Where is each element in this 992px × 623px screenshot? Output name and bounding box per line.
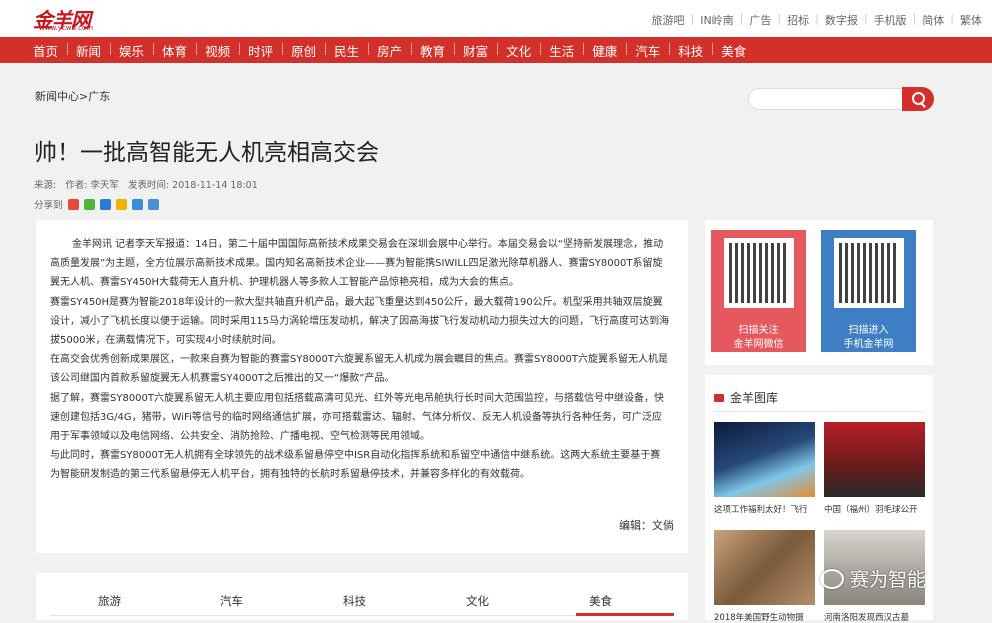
top-link-ads[interactable]: 广告: [749, 12, 771, 28]
publish-time: 发表时间: 2018-11-14 18:01: [127, 180, 258, 191]
article-paragraph: 据了解，赛雷SY8000T六旋翼系留无人机主要应用包括搭载高清可见光、红外等光电…: [50, 392, 665, 443]
article-paragraph: 与此同时，赛雷SY8000T无人机拥有全球领先的战术级系留悬停空中ISR自动化指…: [50, 450, 661, 481]
gallery-thumb[interactable]: [714, 422, 815, 497]
channel-tabs: 旅游 汽车 科技 文化 美食: [36, 573, 688, 620]
renren-share-icon[interactable]: [131, 198, 143, 210]
tab-food[interactable]: 美食: [589, 593, 612, 609]
site-logo[interactable]: 金羊网 www.ycwb.com: [33, 4, 103, 32]
top-link-in-lingnan[interactable]: IN岭南: [700, 12, 733, 28]
editor-credit: 编辑：文倘: [619, 518, 674, 532]
nav-wealth[interactable]: 财富: [454, 41, 497, 60]
nav-commentary[interactable]: 时评: [239, 41, 282, 60]
nav-sports[interactable]: 体育: [153, 41, 196, 60]
mobile-qr-card[interactable]: 扫描进入 手机金羊网: [821, 230, 916, 352]
tab-culture[interactable]: 文化: [466, 593, 489, 609]
gallery-caption[interactable]: 这项工作福利太好！飞行: [714, 503, 815, 515]
share-label: 分享到: [34, 200, 63, 211]
qq-share-icon[interactable]: [99, 198, 111, 210]
article-meta: 来源: 作者: 李天军 发表时间: 2018-11-14 18:01: [34, 177, 258, 191]
nav-culture[interactable]: 文化: [497, 41, 540, 60]
watermark-text: 赛为智能: [850, 569, 927, 591]
watermark: 赛为智能: [820, 565, 926, 592]
wechat-icon: [820, 568, 844, 589]
qr-code-icon: [834, 238, 904, 308]
gallery-title: 金羊图库: [714, 389, 778, 406]
nav-tech[interactable]: 科技: [669, 41, 712, 60]
main-nav: 首页 新闻 娱乐 体育 视频 时评 原创 民生 房产 教育 财富 文化 生活 健…: [0, 37, 992, 63]
nav-original[interactable]: 原创: [282, 41, 325, 60]
article-paragraph: 金羊网讯 记者李天军报道：14日，第二十届中国国际高新技术成果交易会在深圳会展中…: [50, 239, 664, 289]
top-link-simplified[interactable]: 简体: [922, 12, 944, 28]
gallery-caption[interactable]: 中国（福州）羽毛球公开: [824, 503, 925, 515]
top-link-traditional[interactable]: 繁体: [960, 12, 982, 28]
qr-caption-line1: 扫描关注: [738, 325, 779, 336]
share-bar: 分享到: [34, 197, 159, 211]
tab-travel[interactable]: 旅游: [98, 593, 121, 609]
more-share-icon[interactable]: [147, 198, 159, 210]
nav-livelihood[interactable]: 民生: [325, 41, 368, 60]
wechat-qr-card[interactable]: 扫描关注 金羊网微信: [711, 230, 806, 352]
nav-food[interactable]: 美食: [712, 41, 755, 60]
search-button[interactable]: [902, 87, 934, 111]
breadcrumb[interactable]: 新闻中心>广东: [35, 88, 110, 104]
logo-url: www.ycwb.com: [39, 24, 94, 32]
qr-caption-line1: 扫描进入: [848, 325, 889, 336]
top-link-digital-paper[interactable]: 数字报: [825, 12, 858, 28]
gallery-caption[interactable]: 2018年美国野生动物摄: [714, 611, 815, 623]
qr-panel: 扫描关注 金羊网微信 扫描进入 手机金羊网: [705, 220, 933, 365]
author: 作者: 李天军: [65, 180, 119, 191]
nav-life[interactable]: 生活: [540, 41, 583, 60]
qr-caption-line2: 金羊网微信: [733, 339, 784, 350]
tab-tech[interactable]: 科技: [343, 593, 366, 609]
tab-auto[interactable]: 汽车: [220, 593, 243, 609]
weibo-share-icon[interactable]: [67, 198, 79, 210]
qzone-share-icon[interactable]: [115, 198, 127, 210]
top-link-mobile[interactable]: 手机版: [874, 12, 907, 28]
qr-code-icon: [724, 238, 794, 308]
active-tab-indicator: [576, 613, 674, 616]
nav-education[interactable]: 教育: [411, 41, 454, 60]
top-link-travel-bar[interactable]: 旅游吧: [651, 12, 684, 28]
article-body: 金羊网讯 记者李天军报道：14日，第二十届中国国际高新技术成果交易会在深圳会展中…: [36, 220, 688, 553]
top-bar: 金羊网 www.ycwb.com 旅游吧 | IN岭南 | 广告 | 招标 | 数字报 |…: [0, 0, 992, 37]
gallery-thumb[interactable]: [824, 422, 925, 497]
nav-auto[interactable]: 汽车: [626, 41, 669, 60]
gallery-thumb[interactable]: [714, 530, 815, 605]
qr-caption-line2: 手机金羊网: [843, 339, 894, 350]
nav-news[interactable]: 新闻: [67, 41, 110, 60]
gallery-icon: [714, 393, 724, 402]
article-paragraph: 赛雷SY450H是赛为智能2018年设计的一款大型共轴直升机产品，最大起飞重量达…: [50, 296, 670, 347]
nav-property[interactable]: 房产: [368, 41, 411, 60]
top-links: 旅游吧 | IN岭南 | 广告 | 招标 | 数字报 | 手机版 | 简体 | 繁体: [651, 12, 982, 28]
nav-video[interactable]: 视频: [196, 41, 239, 60]
nav-entertainment[interactable]: 娱乐: [110, 41, 153, 60]
gallery-caption[interactable]: 河南洛阳发现西汉古墓: [824, 611, 925, 623]
nav-health[interactable]: 健康: [583, 41, 626, 60]
top-link-tender[interactable]: 招标: [787, 12, 809, 28]
nav-home[interactable]: 首页: [24, 41, 67, 60]
gallery-title-text: 金羊图库: [730, 391, 779, 405]
article-title: 帅！一批高智能无人机亮相高交会: [34, 140, 379, 166]
source-label: 来源:: [34, 180, 57, 191]
wechat-share-icon[interactable]: [83, 198, 95, 210]
article-paragraph: 在高交会优秀创新成果展区，一款来自赛为智能的赛雷SY8000T六旋翼系留无人机成…: [50, 354, 669, 385]
